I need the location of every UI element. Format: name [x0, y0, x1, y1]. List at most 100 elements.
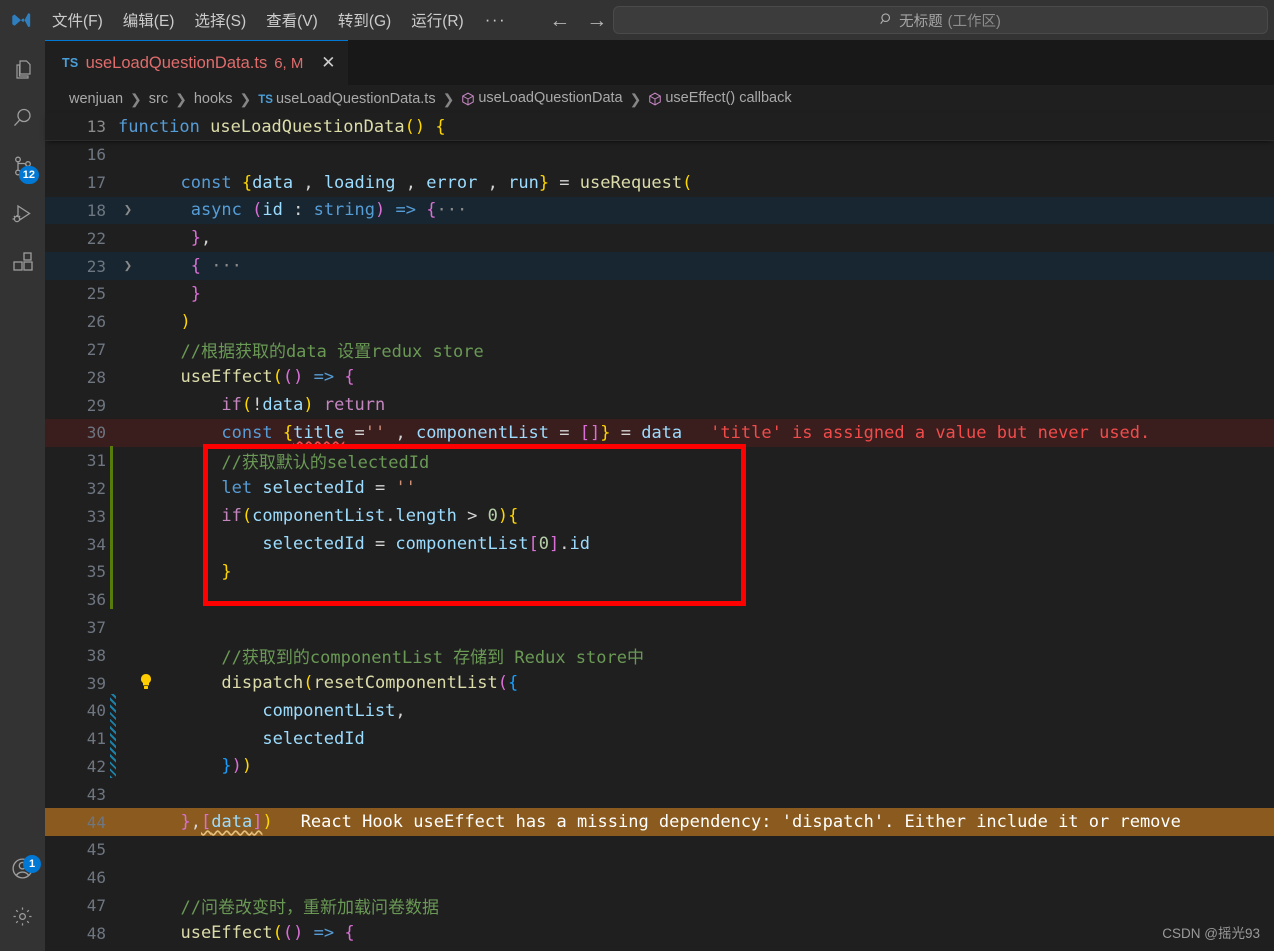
sidebar-item-run-debug[interactable] [0, 192, 45, 240]
code-line[interactable]: 44 },[data]) React Hook useEffect has a m… [45, 808, 1274, 836]
menu-more[interactable]: ··· [475, 10, 516, 30]
sidebar-item-search[interactable] [0, 96, 45, 144]
code-token: ) [303, 395, 314, 416]
code-line[interactable]: 26 ) [45, 308, 1274, 336]
code-line[interactable]: 27 //根据获取的data 设置redux store [45, 336, 1274, 364]
lightbulb-icon[interactable] [138, 673, 154, 694]
code-line[interactable]: 39 dispatch(resetComponentList({ [45, 669, 1274, 697]
sidebar-item-settings[interactable] [0, 895, 45, 943]
code-token: ( [497, 673, 509, 694]
line-number: 42 [86, 756, 106, 776]
sticky-scroll-header[interactable]: 13 function useLoadQuestionData() { [45, 113, 1274, 141]
code-line[interactable]: 16 [45, 141, 1274, 169]
forward-arrow-icon[interactable]: → [586, 10, 607, 31]
code-line[interactable]: 28 useEffect(() => { [45, 363, 1274, 391]
menu-edit[interactable]: 编辑(E) [114, 6, 184, 34]
code-token: id [569, 534, 590, 555]
symbol-cube-icon [648, 92, 662, 108]
code-line[interactable]: 42 })) [45, 753, 1274, 781]
gutter-slot [138, 614, 160, 642]
code-line[interactable]: 35 } [45, 558, 1274, 586]
code-line[interactable]: 40 componentList, [45, 697, 1274, 725]
code-line[interactable]: 41 selectedId [45, 725, 1274, 753]
code-line[interactable]: 18 ❯ async (id : string) => {··· [45, 196, 1274, 225]
line-number: 30 [86, 423, 106, 443]
gutter-slot [138, 169, 160, 197]
code-token: ) [497, 506, 509, 527]
code-line[interactable]: 46 [45, 864, 1274, 892]
code-token: ) [375, 200, 386, 221]
code-line[interactable]: 33 if(componentList.length > 0){ [45, 502, 1274, 530]
code-token: ] [252, 812, 263, 833]
code-token: ) [293, 367, 304, 388]
code-line[interactable]: 38 //获取到的componentList 存储到 Redux store中 [45, 641, 1274, 669]
menu-file[interactable]: 文件(F) [43, 6, 112, 34]
code-token: > [456, 506, 488, 527]
close-icon[interactable]: ✕ [318, 53, 338, 73]
menu-run[interactable]: 运行(R) [402, 6, 473, 34]
code-line[interactable]: 22 }, [45, 224, 1274, 252]
code-line[interactable]: 31 //获取默认的selectedId [45, 447, 1274, 475]
code-token: ) [231, 756, 242, 777]
line-number: 17 [86, 173, 106, 193]
breadcrumb-item-1[interactable]: src [149, 91, 168, 107]
code-token: } [180, 812, 191, 833]
code-line[interactable]: 30 const {title ='' , componentList = []… [45, 418, 1274, 447]
gutter-slot [138, 697, 160, 725]
breadcrumb-item-4[interactable]: useLoadQuestionData [461, 90, 623, 108]
breadcrumb-item-3[interactable]: TS useLoadQuestionData.ts [258, 91, 435, 107]
breadcrumb-item-5[interactable]: useEffect() callback [648, 90, 792, 108]
code-line[interactable]: 48 useEffect(() => { [45, 919, 1274, 947]
breadcrumb-item-0[interactable]: wenjuan [69, 91, 123, 107]
fold-chevron-icon[interactable]: ❯ [118, 258, 138, 274]
tab-filename: useLoadQuestionData.ts [85, 53, 268, 72]
code-editor-viewport[interactable]: 16 17 const {data , loading , error , run… [45, 141, 1274, 951]
command-center[interactable]: 无标题 (工作区) [613, 6, 1268, 34]
code-token: , [385, 422, 416, 443]
sidebar-item-extensions[interactable] [0, 240, 45, 288]
code-token: useLoadQuestionData [210, 116, 405, 137]
code-token: ( [252, 200, 263, 221]
code-text: if(!data) return [160, 395, 1274, 415]
editor-tab-active[interactable]: TS useLoadQuestionData.ts 6, M ✕ [45, 40, 349, 85]
gutter-slot [138, 836, 160, 864]
gutter-slot [138, 391, 160, 419]
code-text: useEffect(() => { [160, 367, 1274, 387]
code-token: return [323, 395, 386, 416]
code-token: , [477, 172, 509, 193]
line-number: 32 [86, 478, 106, 498]
sidebar-item-explorer[interactable] [0, 48, 45, 96]
line-number: 33 [86, 506, 106, 526]
code-line[interactable]: 25 } [45, 280, 1274, 308]
line-number: 43 [86, 784, 106, 804]
breadcrumb-item-2[interactable]: hooks [194, 91, 233, 107]
code-token: => [395, 200, 416, 221]
code-line[interactable]: 47 //问卷改变时，重新加载问卷数据 [45, 892, 1274, 920]
gutter-slot [138, 475, 160, 503]
code-token: } [190, 283, 201, 304]
menu-selection[interactable]: 选择(S) [185, 6, 255, 34]
menu-go[interactable]: 转到(G) [329, 6, 400, 34]
code-line[interactable]: 34 selectedId = componentList[0].id [45, 530, 1274, 558]
code-line[interactable]: 29 if(!data) return [45, 391, 1274, 419]
code-line[interactable]: 43 [45, 780, 1274, 808]
code-line[interactable]: 37 [45, 614, 1274, 642]
code-line[interactable]: 23 ❯ { ··· [45, 252, 1274, 280]
sidebar-item-source-control[interactable]: 12 [0, 144, 45, 192]
gutter-slot [138, 669, 160, 697]
code-token: ( [682, 172, 693, 193]
code-line[interactable]: 17 const {data , loading , error , run} … [45, 169, 1274, 197]
code-line[interactable]: 45 [45, 836, 1274, 864]
code-line[interactable]: 36 [45, 586, 1274, 614]
menu-view[interactable]: 查看(V) [257, 6, 327, 34]
code-line[interactable]: 32 let selectedId = '' [45, 475, 1274, 503]
fold-chevron-icon[interactable]: ❯ [118, 202, 138, 218]
code-text: }, [160, 228, 1274, 248]
line-number: 38 [86, 645, 106, 665]
line-number: 29 [86, 395, 106, 415]
sidebar-item-account[interactable]: 1 [0, 847, 45, 895]
line-number: 18 [86, 200, 106, 220]
code-token: resetComponentList [313, 673, 498, 694]
back-arrow-icon[interactable]: ← [549, 10, 570, 31]
